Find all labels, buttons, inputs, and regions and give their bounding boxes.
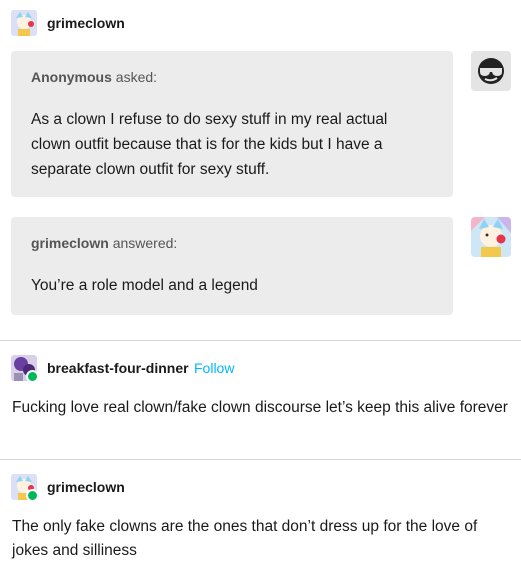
answer-text: You’re a role model and a legend: [31, 277, 258, 294]
anonymous-avatar: [471, 51, 511, 91]
ask-text: As a clown I refuse to do sexy stuff in …: [31, 111, 388, 178]
divider: [0, 459, 521, 460]
reblogger-username[interactable]: breakfast-four-dinner: [47, 360, 189, 376]
answer-header: grimeclown answered:: [31, 235, 177, 251]
divider: [0, 340, 521, 341]
answer-bubble: grimeclown answered: You’re a role model…: [11, 217, 453, 315]
author-username[interactable]: grimeclown: [47, 15, 125, 31]
answer-verb: answered:: [112, 235, 178, 251]
reblog-badge-icon: [26, 370, 39, 383]
reblogger-username[interactable]: grimeclown: [47, 479, 125, 495]
ask-header: Anonymous asked:: [31, 69, 157, 85]
follow-button[interactable]: Follow: [194, 360, 234, 376]
reblog-text: The only fake clowns are the ones that d…: [12, 518, 478, 559]
author-avatar[interactable]: [11, 10, 37, 36]
reblog-text: Fucking love real clown/fake clown disco…: [12, 399, 508, 416]
reblog-badge-icon: [26, 489, 39, 502]
answerer-name[interactable]: grimeclown: [31, 235, 109, 251]
asker-name: Anonymous: [31, 69, 112, 85]
answerer-avatar[interactable]: [471, 217, 511, 257]
ask-bubble: Anonymous asked: As a clown I refuse to …: [11, 51, 453, 197]
ask-verb: asked:: [115, 69, 158, 85]
